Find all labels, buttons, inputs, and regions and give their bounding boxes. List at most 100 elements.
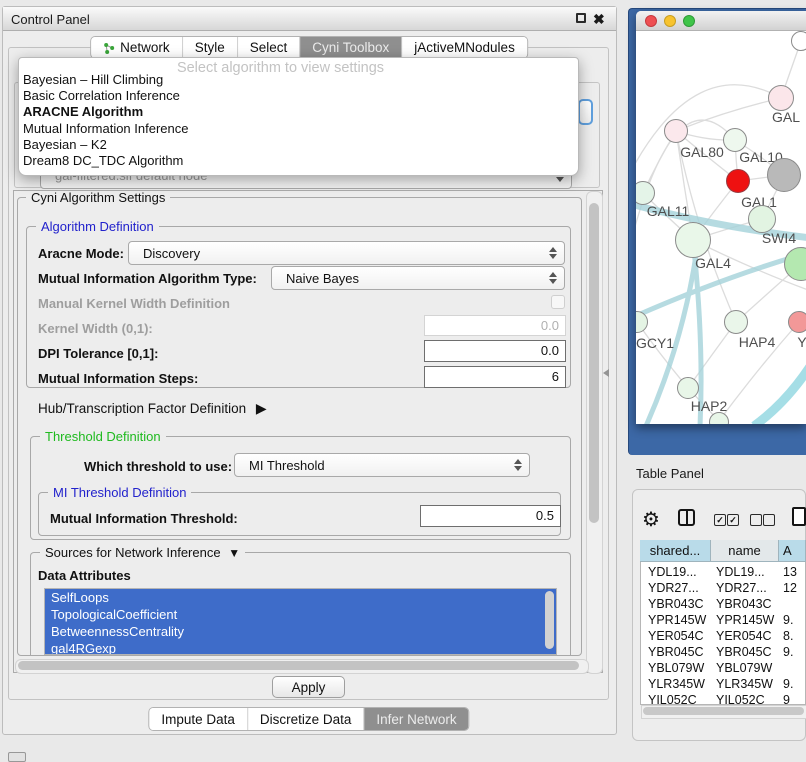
network-node-gal4[interactable] — [675, 222, 711, 258]
table-cell[interactable]: 9. — [783, 676, 793, 692]
focused-combo-button-fragment[interactable] — [578, 99, 593, 125]
splitter-collapse-handle-icon[interactable] — [603, 369, 609, 377]
stepper-icon — [549, 272, 557, 284]
checked-box-icon[interactable]: ✓ — [714, 514, 726, 526]
dpi-tolerance-field[interactable]: 0.0 — [424, 340, 566, 362]
data-attributes-list[interactable]: SelfLoops TopologicalCoefficient Between… — [44, 588, 557, 655]
sources-group-title[interactable]: Sources for Network Inference ▼ — [40, 546, 245, 560]
table-cell[interactable]: 8. — [783, 628, 793, 644]
mi-type-combo[interactable]: Naive Bayes — [271, 266, 565, 290]
list-scrollbar-thumb[interactable] — [545, 591, 554, 649]
list-item[interactable]: gal4RGexp — [45, 640, 556, 655]
algorithm-option[interactable]: Dream8 DC_TDC Algorithm — [23, 153, 183, 169]
control-panel-tabbar: Network Style Select Cyni Toolbox jActiv… — [90, 36, 528, 59]
table-cell[interactable]: YDL19... — [716, 564, 765, 580]
table-cell[interactable]: YBR043C — [648, 596, 704, 612]
tab-infer-network[interactable]: Infer Network — [364, 708, 468, 730]
algorithm-option[interactable]: Bayesian – K2 — [23, 137, 107, 153]
table-cell[interactable]: 13 — [783, 564, 797, 580]
table-cell[interactable]: YER054C — [716, 628, 772, 644]
table-cell[interactable]: YBR043C — [716, 596, 772, 612]
control-panel-titlebar[interactable] — [3, 7, 616, 31]
tab-impute-data[interactable]: Impute Data — [149, 708, 248, 730]
table-cell[interactable]: YPR145W — [716, 612, 774, 628]
table-cell[interactable]: 12 — [783, 580, 797, 596]
network-node-salmon[interactable] — [788, 311, 806, 333]
kernel-width-label: Kernel Width (0,1): — [38, 321, 153, 336]
tab-discretize-data[interactable]: Discretize Data — [248, 708, 365, 730]
table-cell[interactable]: YDR27... — [716, 580, 767, 596]
kernel-width-field[interactable]: 0.0 — [424, 315, 566, 336]
column-header-name[interactable]: name — [711, 540, 779, 562]
table-cell[interactable]: YBR045C — [716, 644, 772, 660]
checked-box-icon[interactable]: ✓ — [727, 514, 739, 526]
zoom-traffic-light-icon[interactable] — [683, 15, 695, 27]
manual-kernel-checkbox[interactable] — [551, 295, 565, 309]
mi-type-value: Naive Bayes — [286, 267, 359, 289]
hub-definition-expander[interactable]: Hub/Transcription Factor Definition ▶ — [38, 400, 267, 417]
close-icon[interactable]: ✖ — [593, 11, 605, 28]
algorithm-option[interactable]: Mutual Information Inference — [23, 121, 188, 137]
dpi-tolerance-label: DPI Tolerance [0,1]: — [38, 346, 158, 361]
unchecked-box-icon[interactable] — [750, 514, 762, 526]
document-icon[interactable] — [792, 507, 806, 526]
float-window-icon[interactable] — [576, 13, 586, 23]
stepper-icon — [514, 459, 522, 471]
unchecked-box-icon[interactable] — [763, 514, 775, 526]
algorithm-option[interactable]: Bayesian – Hill Climbing — [23, 72, 163, 88]
vertical-scrollbar-thumb[interactable] — [589, 203, 599, 523]
algorithm-option[interactable]: Basic Correlation Inference — [23, 88, 180, 104]
tab-style[interactable]: Style — [183, 37, 238, 58]
corner-button-fragment[interactable] — [8, 752, 26, 762]
table-cell[interactable]: YDL19... — [648, 564, 697, 580]
algorithm-option-selected[interactable]: ARACNE Algorithm — [23, 104, 143, 120]
list-item[interactable]: BetweennessCentrality — [45, 623, 556, 640]
network-node-hap4[interactable] — [724, 310, 748, 334]
list-item[interactable]: TopologicalCoefficient — [45, 606, 556, 623]
table-cell[interactable]: YBL079W — [648, 660, 704, 676]
mi-threshold-field[interactable]: 0.5 — [420, 505, 561, 527]
bottom-tabbar: Impute Data Discretize Data Infer Networ… — [148, 707, 469, 731]
which-threshold-combo[interactable]: MI Threshold — [234, 453, 530, 477]
cyni-algorithm-settings-title: Cyni Algorithm Settings — [26, 191, 170, 205]
table-cell[interactable]: 9. — [783, 644, 793, 660]
table-cell[interactable]: YLR345W — [716, 676, 773, 692]
network-canvas[interactable]: GAL GAL80 GAL10 GAL1 GAL11 SWI4 GAL4 GCY… — [636, 31, 806, 424]
mi-steps-field[interactable]: 6 — [424, 366, 566, 388]
table-cell[interactable]: YPR145W — [648, 612, 706, 628]
list-item[interactable]: SelfLoops — [45, 589, 556, 606]
network-node-unlabeled[interactable] — [791, 31, 806, 51]
column-split-icon[interactable] — [678, 509, 695, 526]
threshold-definition-title: Threshold Definition — [40, 430, 166, 444]
table-cell[interactable]: YER054C — [648, 628, 704, 644]
gear-icon[interactable]: ⚙ — [642, 507, 660, 532]
horizontal-scrollbar-thumb[interactable] — [18, 661, 579, 670]
expander-arrow-icon[interactable]: ▶ — [256, 400, 267, 416]
table-cell[interactable]: 9. — [783, 612, 793, 628]
network-node-gal1-red[interactable] — [726, 169, 750, 193]
tab-select[interactable]: Select — [238, 37, 301, 58]
tab-cyni-toolbox[interactable]: Cyni Toolbox — [300, 37, 402, 58]
control-panel-title: Control Panel — [11, 12, 90, 27]
network-node-hap2[interactable] — [677, 377, 699, 399]
node-label: GAL4 — [695, 255, 731, 271]
aracne-mode-combo[interactable]: Discovery — [128, 241, 565, 265]
table-cell[interactable]: YLR345W — [648, 676, 705, 692]
network-node-gray[interactable] — [767, 158, 801, 192]
close-traffic-light-icon[interactable] — [645, 15, 657, 27]
collapse-arrow-icon[interactable]: ▼ — [228, 546, 240, 560]
network-node-gal-partial[interactable] — [768, 85, 794, 111]
minimize-traffic-light-icon[interactable] — [664, 15, 676, 27]
table-cell[interactable]: YDR27... — [648, 580, 699, 596]
network-window-titlebar[interactable] — [636, 11, 806, 31]
table-horizontal-scrollbar-thumb[interactable] — [643, 707, 804, 715]
apply-button[interactable]: Apply — [272, 676, 345, 698]
column-header-shared-name[interactable]: shared... — [640, 540, 711, 562]
network-node-green[interactable] — [748, 205, 776, 233]
tab-jactivemnodules[interactable]: jActiveMNodules — [402, 37, 527, 58]
tab-network[interactable]: Network — [91, 37, 183, 58]
column-header-partial[interactable]: A — [779, 540, 806, 562]
network-node-gal80[interactable] — [664, 119, 688, 143]
table-cell[interactable]: YBL079W — [716, 660, 772, 676]
table-cell[interactable]: YBR045C — [648, 644, 704, 660]
